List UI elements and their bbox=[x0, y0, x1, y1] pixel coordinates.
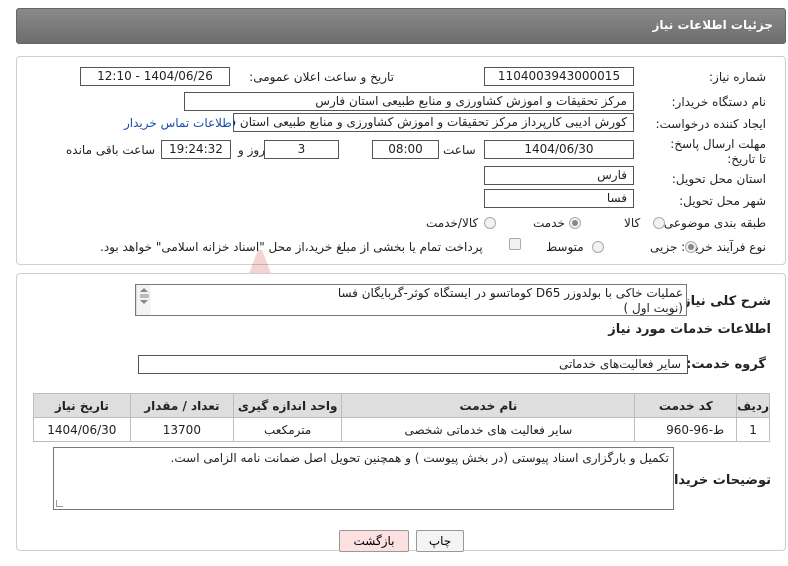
summary-textarea[interactable]: عملیات خاکی با بولدوزر D65 کوماتسو در ای… bbox=[135, 284, 687, 316]
resize-handle-icon[interactable] bbox=[56, 500, 63, 507]
province-field: فارس bbox=[484, 166, 634, 185]
category-radio-goods[interactable] bbox=[653, 217, 665, 229]
summary-label: شرح کلی نیاز: bbox=[677, 294, 771, 309]
deadline-label-text: مهلت ارسال پاسخ: تا تاریخ: bbox=[670, 137, 766, 166]
need-number-field: 1104003943000015 bbox=[484, 67, 634, 86]
creator-label: ایجاد کننده درخواست: bbox=[655, 117, 766, 131]
category-option-goods: کالا bbox=[624, 216, 641, 230]
summary-line-1: عملیات خاکی با بولدوزر D65 کوماتسو در ای… bbox=[337, 286, 683, 300]
city-field: فسا bbox=[484, 189, 634, 208]
services-table: ردیف کد خدمت نام خدمت واحد اندازه گیری ت… bbox=[33, 393, 770, 442]
creator-field: کورش ادیبی کارپرداز مرکز تحقیقات و اموزش… bbox=[233, 113, 634, 132]
buyer-contact-link[interactable]: اطلاعات تماس خریدار bbox=[124, 116, 235, 130]
scroll-down-arrow-icon[interactable] bbox=[140, 300, 148, 304]
process-radio-medium[interactable] bbox=[592, 241, 604, 253]
deadline-label: مهلت ارسال پاسخ: تا تاریخ: bbox=[666, 137, 766, 167]
services-section-title: اطلاعات خدمات مورد نیاز bbox=[608, 322, 771, 337]
province-label: استان محل تحویل: bbox=[671, 172, 766, 186]
scroll-up-arrow-icon[interactable] bbox=[140, 288, 148, 292]
col-row-number: ردیف bbox=[736, 393, 770, 418]
summary-scrollbar[interactable] bbox=[136, 285, 151, 315]
buyer-label: نام دستگاه خریدار: bbox=[671, 95, 767, 109]
col-service-code: کد خدمت bbox=[634, 393, 738, 418]
deadline-time-field: 08:00 bbox=[372, 140, 439, 159]
buyer-field: مرکز تحقیقات و اموزش کشاورزی و منابع طبی… bbox=[184, 92, 634, 111]
days-label: روز و bbox=[238, 143, 265, 157]
category-radio-service[interactable] bbox=[569, 217, 581, 229]
city-label: شهر محل تحویل: bbox=[679, 194, 766, 208]
category-radio-goods-service[interactable] bbox=[484, 217, 496, 229]
process-option-medium: متوسط bbox=[546, 240, 584, 254]
cell-row-number: 1 bbox=[736, 417, 770, 442]
category-label: طبقه بندی موضوعی: bbox=[659, 216, 766, 230]
cell-unit: مترمکعب bbox=[233, 417, 343, 442]
announce-datetime-label: تاریخ و ساعت اعلان عمومی: bbox=[249, 70, 394, 84]
need-number-label: شماره نیاز: bbox=[709, 70, 766, 84]
summary-line-2: (نوبت اول ) bbox=[623, 301, 683, 315]
deadline-date-field: 1404/06/30 bbox=[484, 140, 634, 159]
scroll-thumb[interactable] bbox=[140, 294, 149, 298]
cell-service-code: ط-96-960 bbox=[634, 417, 738, 442]
col-unit: واحد اندازه گیری bbox=[233, 393, 343, 418]
buyer-notes-label: توضیحات خریدار: bbox=[661, 473, 771, 488]
col-quantity: تعداد / مقدار bbox=[129, 393, 235, 418]
remaining-time-label: ساعت باقی مانده bbox=[66, 143, 156, 157]
category-option-service: خدمت bbox=[533, 216, 565, 230]
cell-need-date: 1404/06/30 bbox=[33, 417, 131, 442]
service-group-field: سایر فعالیت‌های خدماتی bbox=[138, 355, 688, 374]
remaining-time-field: 19:24:32 bbox=[161, 140, 231, 159]
treasury-payment-note: پرداخت تمام یا بخشی از مبلغ خرید،از محل … bbox=[100, 240, 483, 254]
services-table-header: ردیف کد خدمت نام خدمت واحد اندازه گیری ت… bbox=[33, 393, 770, 418]
service-group-label: گروه خدمت: bbox=[686, 357, 766, 372]
buyer-notes-textarea[interactable]: تکمیل و بارگزاری اسناد پیوستی (در بخش پی… bbox=[53, 447, 674, 510]
print-button[interactable]: چاپ bbox=[416, 530, 464, 552]
days-field: 3 bbox=[264, 140, 339, 159]
col-need-date: تاریخ نیاز bbox=[33, 393, 131, 418]
deadline-time-label: ساعت bbox=[443, 143, 476, 157]
cell-service-name: سایر فعالیت های خدماتی شخصی bbox=[341, 417, 636, 442]
table-row: 1 ط-96-960 سایر فعالیت های خدماتی شخصی م… bbox=[33, 417, 770, 442]
process-option-minor: جزیی bbox=[650, 240, 678, 254]
back-button[interactable]: بازگشت bbox=[339, 530, 409, 552]
category-option-goods-service: کالا/خدمت bbox=[426, 216, 479, 230]
process-radio-minor[interactable] bbox=[685, 241, 697, 253]
cell-quantity: 13700 bbox=[129, 417, 235, 442]
treasury-payment-checkbox[interactable] bbox=[509, 238, 521, 250]
col-service-name: نام خدمت bbox=[341, 393, 636, 418]
page-header: جزئیات اطلاعات نیاز bbox=[16, 8, 786, 44]
buyer-notes-text: تکمیل و بارگزاری اسناد پیوستی (در بخش پی… bbox=[170, 451, 669, 465]
page-title: جزئیات اطلاعات نیاز bbox=[652, 18, 773, 32]
announce-datetime-field: 1404/06/26 - 12:10 bbox=[80, 67, 230, 86]
